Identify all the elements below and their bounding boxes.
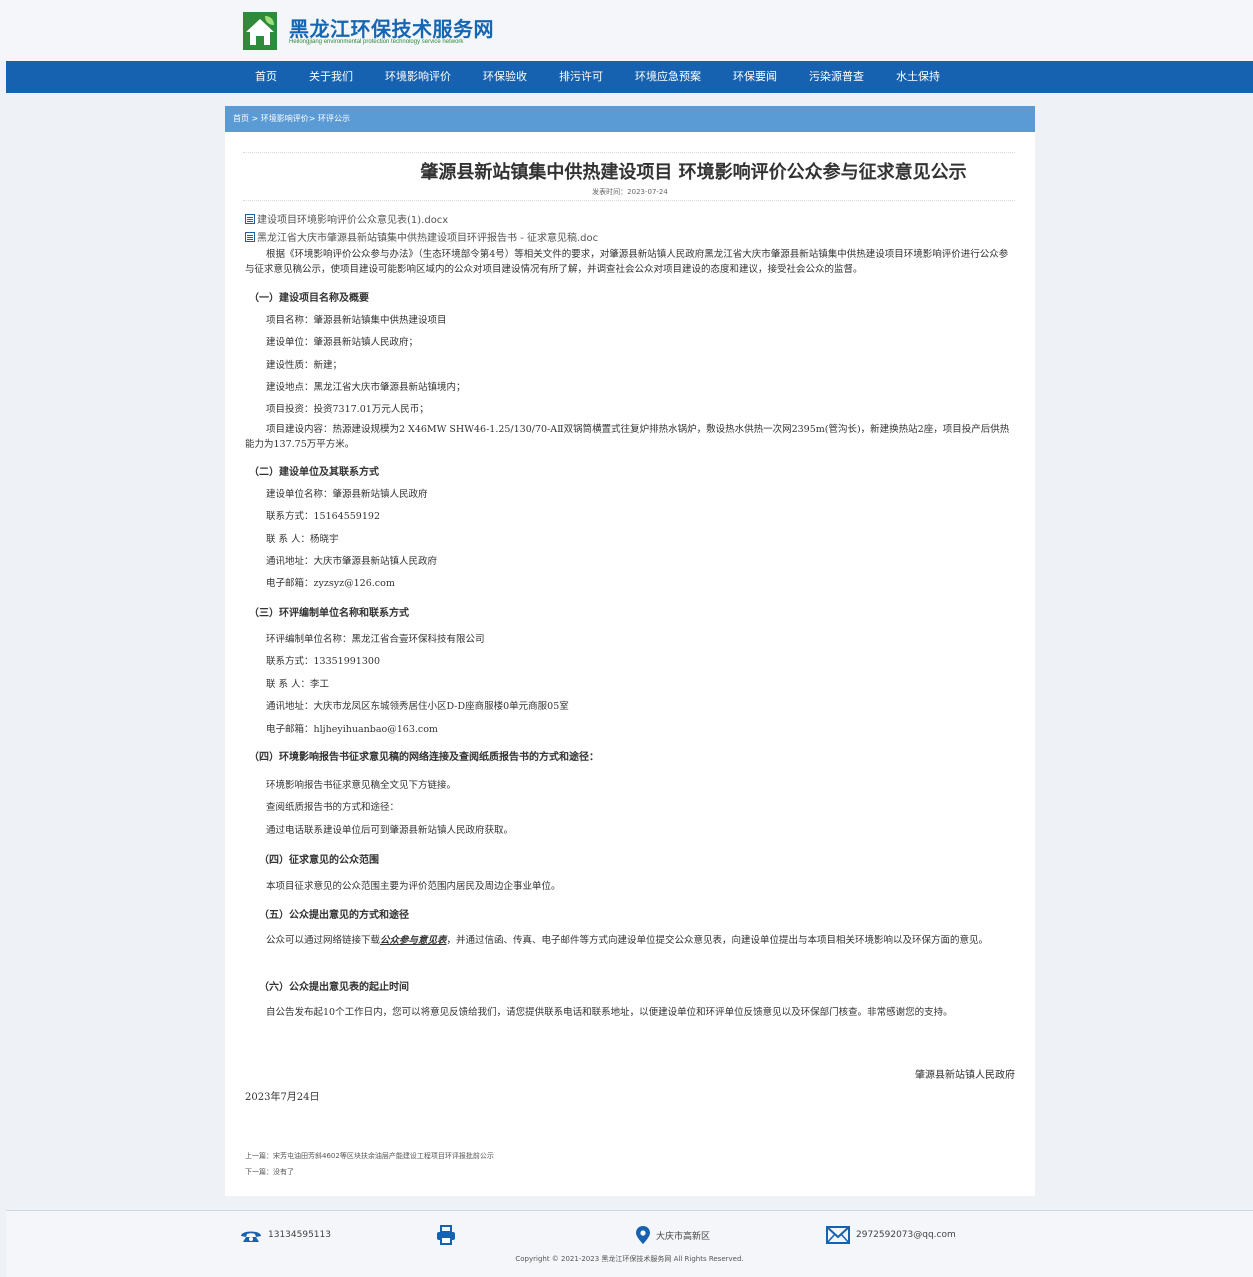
- nav-news[interactable]: 环保要闻: [733, 61, 777, 93]
- section-heading: （四）环境影响报告书征求意见稿的网络连接及查阅纸质报告书的方式和途径：: [249, 752, 599, 763]
- breadcrumb: 首页 > 环境影响评价> 环评公示: [225, 106, 1035, 132]
- site-header: 黑龙江环保技术服务网 Heilongjiang environmental pr…: [0, 0, 1253, 61]
- section-heading: （二）建设单位及其联系方式: [249, 467, 379, 478]
- signature: 肇源县新站镇人民政府: [915, 1070, 1015, 1081]
- publish-time: 发表时间：2023-07-24: [592, 188, 668, 196]
- divider: [243, 152, 1015, 153]
- house-logo-icon: [243, 12, 277, 50]
- envelope-icon: [826, 1226, 850, 1244]
- info-line: 本项目征求意见的公众范围主要为评价范围内居民及周边企事业单位。: [266, 881, 561, 892]
- section-heading: （六）公众提出意见表的起止时间: [259, 982, 409, 993]
- page-title: 肇源县新站镇集中供热建设项目 环境影响评价公众参与征求意见公示: [420, 162, 967, 183]
- prev-article-link[interactable]: 上一篇：宋芳屯油田芳斜4602等区块扶余油层产能建设工程项目环评报批前公示: [245, 1151, 494, 1161]
- info-line: 项目投资：投资7317.01万元人民币；: [266, 404, 429, 415]
- footer-address: 大庆市高新区: [636, 1224, 710, 1246]
- info-line: 项目名称：肇源县新站镇集中供热建设项目: [266, 315, 447, 326]
- info-line: 环评编制单位名称：黑龙江省合壹环保科技有限公司: [266, 634, 485, 645]
- nav-home[interactable]: 首页: [255, 61, 277, 93]
- nav-about[interactable]: 关于我们: [309, 61, 353, 93]
- info-line: 电子邮箱：hljheyihuanbao@163.com: [266, 724, 438, 735]
- footer-phone: 13134595113: [240, 1224, 331, 1246]
- site-footer: 13134595113 大庆市高新区 2972592073@qq.com Cop…: [6, 1210, 1253, 1277]
- nav-permit[interactable]: 排污许可: [559, 61, 603, 93]
- site-title-en: Heilongjiang environmental protection te…: [289, 39, 464, 45]
- opinion-form-download-link[interactable]: 公众参与意见表: [380, 935, 447, 946]
- printer-icon: [437, 1225, 455, 1245]
- main-nav: 首页 关于我们 环境影响评价 环保验收 排污许可 环境应急预案 环保要闻 污染源…: [6, 61, 1253, 93]
- info-line: 通讯地址：大庆市肇源县新站镇人民政府: [266, 556, 438, 567]
- info-line: 查阅纸质报告书的方式和途径：: [266, 802, 400, 813]
- info-line: 建设地点：黑龙江省大庆市肇源县新站镇境内；: [266, 382, 466, 393]
- nav-soil[interactable]: 水土保持: [896, 61, 940, 93]
- nav-census[interactable]: 污染源普查: [809, 61, 864, 93]
- info-line: 通过电话联系建设单位后可到肇源县新站镇人民政府获取。: [266, 825, 514, 836]
- footer-fax: [436, 1224, 462, 1246]
- copyright: Copyright © 2021-2023 黑龙江环保技术服务网 All Rig…: [515, 1255, 744, 1263]
- section-heading: （四）征求意见的公众范围: [259, 855, 379, 866]
- signature-date: 2023年7月24日: [245, 1092, 320, 1103]
- attachment-link[interactable]: 黑龙江省大庆市肇源县新站镇集中供热建设项目环评报告书 - 征求意见稿.doc: [245, 229, 598, 244]
- intro-paragraph: 根据《环境影响评价公众参与办法》（生态环境部令第4号）等相关文件的要求，对肇源县…: [245, 249, 1009, 275]
- content-paragraph: 自公告发布起10个工作日内，您可以将意见反馈给我们，请您提供联系电话和联系地址，…: [266, 1007, 953, 1018]
- footer-email: 2972592073@qq.com: [826, 1224, 956, 1246]
- nav-acceptance[interactable]: 环保验收: [483, 61, 527, 93]
- info-line: 环境影响报告书征求意见稿全文见下方链接。: [266, 780, 457, 791]
- article-card: 首页 > 环境影响评价> 环评公示 肇源县新站镇集中供热建设项目 环境影响评价公…: [225, 106, 1035, 1196]
- info-line: 联系方式：15164559192: [266, 511, 380, 522]
- section-heading: （一）建设项目名称及概要: [249, 293, 369, 304]
- site-title: 黑龙江环保技术服务网: [289, 17, 494, 41]
- nav-eia[interactable]: 环境影响评价: [385, 61, 451, 93]
- info-line: 通讯地址：大庆市龙凤区东城领秀居住小区D-D座商服楼0单元商服05室: [266, 701, 569, 712]
- section-heading: （三）环评编制单位名称和联系方式: [249, 608, 409, 619]
- info-line: 电子邮箱：zyzsyz@126.com: [266, 578, 395, 589]
- info-line: 建设单位：肇源县新站镇人民政府；: [266, 337, 419, 348]
- nav-emergency[interactable]: 环境应急预案: [635, 61, 701, 93]
- word-doc-icon: [245, 232, 255, 242]
- breadcrumb-text[interactable]: 首页 > 环境影响评价> 环评公示: [233, 113, 350, 124]
- word-doc-icon: [245, 214, 255, 224]
- divider: [243, 200, 1015, 201]
- info-line: 联 系 人：杨晓宇: [266, 534, 339, 545]
- content-paragraph: 公众可以通过网络链接下载公众参与意见表，并通过信函、传真、电子邮件等方式向建设单…: [266, 935, 989, 946]
- info-line: 建设性质：新建；: [266, 360, 343, 371]
- info-line: 建设单位名称：肇源县新站镇人民政府: [266, 489, 428, 500]
- info-line: 联 系 人：李工: [266, 679, 330, 690]
- content-paragraph: 项目建设内容：热源建设规模为2 X46MW SHW46-1.25/130/70-…: [245, 424, 1010, 450]
- next-article-link[interactable]: 下一篇：没有了: [245, 1167, 294, 1177]
- attachment-link[interactable]: 建设项目环境影响评价公众意见表(1).docx: [245, 211, 448, 226]
- phone-icon: [241, 1231, 261, 1242]
- info-line: 联系方式：13351991300: [266, 656, 380, 667]
- location-pin-icon: [636, 1226, 650, 1244]
- section-heading: （五）公众提出意见的方式和途径: [259, 910, 409, 921]
- site-logo[interactable]: 黑龙江环保技术服务网 Heilongjiang environmental pr…: [243, 12, 503, 52]
